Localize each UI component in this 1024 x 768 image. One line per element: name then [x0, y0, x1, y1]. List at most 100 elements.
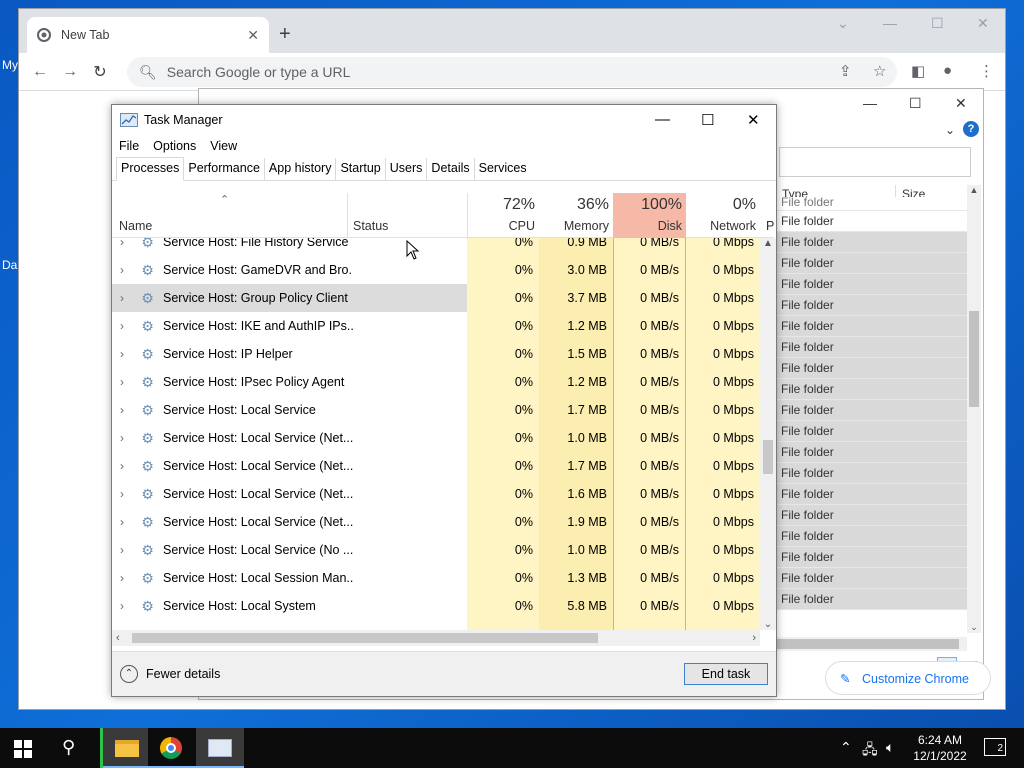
end-task-button[interactable]: End task [684, 663, 768, 685]
col-name[interactable]: Name [119, 219, 152, 233]
tab-search-chevron-icon[interactable]: ⌄ [837, 15, 849, 32]
tab-processes[interactable]: Processes [116, 157, 185, 181]
process-row[interactable]: › ⚙ Service Host: Local Service (Net... 0% 1… [112, 424, 760, 452]
explorer-row-type[interactable]: File folder [777, 421, 967, 442]
customize-chrome-button[interactable]: ✎ Customize Chrome [825, 661, 991, 695]
expand-chevron-icon[interactable]: › [120, 508, 124, 536]
network-icon[interactable]: 🖧︎ [862, 739, 878, 763]
expand-chevron-icon[interactable]: › [120, 592, 124, 620]
tm-scroll-thumb[interactable] [763, 440, 773, 474]
tab-app-history[interactable]: App history [265, 158, 337, 180]
desktop-label-my[interactable]: My [2, 58, 18, 72]
process-row[interactable]: › ⚙ Service Host: GameDVR and Bro... 0% 3.0 … [112, 256, 760, 284]
fewer-details-button[interactable]: ⌃ Fewer details [120, 665, 220, 683]
close-window-icon[interactable]: ✕ [977, 15, 989, 32]
desktop-label-da[interactable]: Da [2, 258, 17, 272]
explorer-row-type[interactable]: File folder [777, 442, 967, 463]
menu-file[interactable]: File [119, 139, 139, 153]
explorer-row-type[interactable]: File folder [777, 589, 967, 610]
expand-chevron-icon[interactable]: › [120, 312, 124, 340]
tab-details[interactable]: Details [427, 158, 475, 180]
help-icon[interactable]: ? [963, 121, 979, 137]
taskbar-clock[interactable]: 6:24 AM 12/1/2022 [908, 732, 972, 764]
tab-performance[interactable]: Performance [184, 158, 265, 180]
explorer-row-type[interactable]: File folder [777, 196, 967, 211]
close-tab-icon[interactable]: ✕ [247, 27, 259, 44]
volume-icon[interactable]: 🔈︎ [886, 739, 894, 756]
process-row[interactable]: › ⚙ Service Host: Group Policy Client 0% 3.7… [112, 284, 760, 312]
taskbar-chrome[interactable] [148, 728, 196, 768]
process-row[interactable]: › ⚙ Service Host: Local Service (Net... 0% 1… [112, 452, 760, 480]
process-row[interactable]: › ⚙ Service Host: File History Service 0% 0.… [112, 238, 760, 256]
process-row[interactable]: › ⚙ Service Host: IPsec Policy Agent 0% 1.2 … [112, 368, 760, 396]
windows-start-icon[interactable] [14, 740, 32, 758]
notifications-icon[interactable]: 2 [984, 738, 1006, 756]
explorer-row-type[interactable]: File folder [777, 232, 967, 253]
expand-chevron-icon[interactable]: › [120, 536, 124, 564]
menu-view[interactable]: View [210, 139, 237, 153]
expand-chevron-icon[interactable]: › [120, 368, 124, 396]
tm-scroll-left-icon[interactable]: ‹ [116, 630, 120, 646]
process-row[interactable]: › ⚙ Service Host: Local Service 0% 1.7 MB 0 M… [112, 396, 760, 424]
explorer-row-type[interactable]: File folder [777, 253, 967, 274]
col-status[interactable]: Status [353, 219, 388, 233]
explorer-minimize-icon[interactable]: — [863, 95, 877, 111]
explorer-row-type[interactable]: File folder [777, 379, 967, 400]
omnibox[interactable]: 🔍︎ Search Google or type a URL [127, 57, 897, 87]
expand-chevron-icon[interactable]: › [120, 256, 124, 284]
process-row[interactable]: › ⚙ Service Host: IP Helper 0% 1.5 MB 0 MB/s 0… [112, 340, 760, 368]
tm-maximize-icon[interactable]: ☐ [701, 111, 714, 129]
task-manager-titlebar[interactable]: Task Manager — ☐ ✕ [112, 105, 776, 135]
tm-scroll-up-icon[interactable]: ▲ [760, 238, 776, 249]
explorer-row-type[interactable]: File folder [777, 463, 967, 484]
explorer-row-type[interactable]: File folder [777, 358, 967, 379]
tray-chevron-up-icon[interactable]: ⌃ [840, 739, 852, 756]
tm-close-icon[interactable]: ✕ [747, 111, 760, 129]
explorer-row-type[interactable]: File folder [777, 337, 967, 358]
process-row[interactable]: › ⚙ Service Host: Local Session Man... 0% 1.… [112, 564, 760, 592]
explorer-hscroll-thumb[interactable] [777, 639, 959, 649]
col-disk[interactable]: 100% Disk [613, 193, 686, 238]
forward-arrow-icon[interactable]: → [55, 63, 85, 81]
menu-options[interactable]: Options [153, 139, 196, 153]
expand-chevron-icon[interactable]: › [120, 480, 124, 508]
explorer-row-type[interactable]: File folder [777, 547, 967, 568]
expand-chevron-icon[interactable]: › [120, 452, 124, 480]
tm-minimize-icon[interactable]: — [655, 111, 670, 128]
tm-scroll-right-icon[interactable]: › [752, 630, 756, 646]
explorer-ribbon-chevron-icon[interactable]: ⌄ [945, 123, 955, 137]
tm-horizontal-scrollbar[interactable]: ‹ › [112, 630, 760, 646]
explorer-maximize-icon[interactable]: ☐ [909, 95, 922, 112]
tm-vertical-scrollbar[interactable]: ▲ ⌄ [760, 238, 776, 630]
tab-users[interactable]: Users [386, 158, 428, 180]
tm-hscroll-thumb[interactable] [132, 633, 598, 643]
explorer-row-type[interactable]: File folder [777, 400, 967, 421]
expand-chevron-icon[interactable]: › [120, 564, 124, 592]
explorer-row-type[interactable]: File folder [777, 211, 967, 232]
more-menu-icon[interactable]: ⋮ [979, 62, 994, 80]
col-memory[interactable]: 36% Memory [539, 193, 613, 238]
col-cpu[interactable]: 72% CPU [467, 193, 539, 238]
expand-chevron-icon[interactable]: › [120, 238, 124, 256]
tab-services[interactable]: Services [475, 158, 531, 180]
taskbar-file-explorer[interactable] [100, 728, 151, 768]
process-row[interactable]: › ⚙ Service Host: Local Service (No ... 0% 1… [112, 536, 760, 564]
expand-chevron-icon[interactable]: › [120, 284, 124, 312]
taskbar-search-icon[interactable]: ⚲ [62, 737, 75, 758]
process-row[interactable]: › ⚙ Service Host: IKE and AuthIP IPs... 0% 1… [112, 312, 760, 340]
expand-chevron-icon[interactable]: › [120, 396, 124, 424]
explorer-row-type[interactable]: File folder [777, 568, 967, 589]
col-power[interactable]: . P [760, 193, 774, 238]
explorer-vertical-scrollbar[interactable]: ▲ ⌄ [967, 185, 981, 633]
reload-icon[interactable]: ↻ [85, 62, 115, 82]
explorer-row-type[interactable]: File folder [777, 526, 967, 547]
expand-chevron-icon[interactable]: › [120, 340, 124, 368]
explorer-scroll-down-icon[interactable]: ⌄ [967, 622, 981, 633]
minimize-icon[interactable]: — [883, 15, 897, 31]
tm-scroll-down-icon[interactable]: ⌄ [760, 619, 776, 630]
process-row[interactable]: › ⚙ Service Host: Local System 0% 5.8 MB 0 MB… [112, 592, 760, 620]
explorer-search-box[interactable] [779, 147, 971, 177]
new-tab-plus-icon[interactable]: + [279, 23, 291, 46]
share-icon[interactable]: ⇪ [839, 62, 852, 80]
process-row[interactable]: › ⚙ Service Host: Local Service (Net... 0% 1… [112, 508, 760, 536]
